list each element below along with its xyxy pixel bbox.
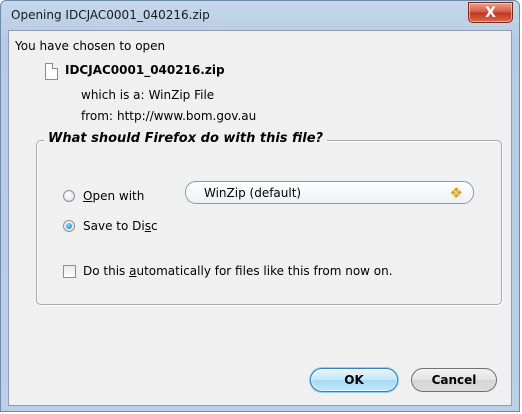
application-select-value: WinZip (default) — [204, 186, 302, 200]
close-button[interactable]: X — [468, 2, 513, 23]
action-group-legend: What should Firefox do with this file? — [44, 131, 328, 146]
save-to-disk-label[interactable]: Save to Disc — [83, 219, 158, 233]
ok-button[interactable]: OK — [310, 368, 398, 392]
action-groupbox: What should Firefox do with this file? O… — [36, 131, 502, 305]
save-to-disk-radio[interactable] — [63, 220, 75, 232]
file-type-row: which is a: WinZip File — [81, 88, 214, 102]
dialog-body: You have chosen to open IDCJAC0001_04021… — [8, 30, 512, 406]
open-with-label[interactable]: Open with — [83, 189, 144, 203]
file-source-label: from: — [81, 109, 113, 123]
file-type-value: WinZip File — [148, 88, 215, 102]
file-name: IDCJAC0001_040216.zip — [65, 63, 225, 77]
file-source-row: from: http://www.bom.gov.au — [81, 109, 256, 123]
file-source-value: http://www.bom.gov.au — [116, 109, 257, 123]
title-bar[interactable]: Opening IDCJAC0001_040216.zip X — [1, 1, 519, 31]
intro-text: You have chosen to open — [15, 39, 166, 53]
auto-action-label[interactable]: Do this automatically for files like thi… — [83, 264, 393, 278]
open-with-radio[interactable] — [63, 190, 75, 202]
auto-action-checkbox[interactable] — [63, 265, 76, 278]
cancel-button[interactable]: Cancel — [411, 368, 497, 392]
window-title: Opening IDCJAC0001_040216.zip — [11, 8, 210, 22]
winzip-icon: ❖ — [449, 184, 463, 202]
file-icon — [45, 63, 58, 80]
dialog-window: Opening IDCJAC0001_040216.zip X You have… — [0, 0, 520, 412]
application-select[interactable]: WinZip (default) ❖ — [185, 181, 474, 204]
file-type-label: which is a: — [81, 88, 145, 102]
close-icon: X — [485, 4, 496, 21]
